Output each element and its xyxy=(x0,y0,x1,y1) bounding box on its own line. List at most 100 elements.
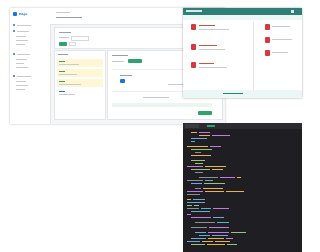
code-token xyxy=(191,149,212,150)
editor-tab-bar xyxy=(183,123,302,129)
status-badge xyxy=(128,59,142,63)
list-header xyxy=(58,54,68,55)
header-bar xyxy=(183,8,302,15)
document-item[interactable] xyxy=(191,24,243,36)
list-item[interactable] xyxy=(57,79,103,87)
document-meta xyxy=(199,49,225,50)
list-item[interactable] xyxy=(57,59,103,67)
sidebar-item-label xyxy=(17,76,31,77)
nav-icon xyxy=(13,75,15,77)
sidebar-item-label xyxy=(16,44,25,45)
list-item-text xyxy=(59,64,79,65)
editor-tab[interactable] xyxy=(185,124,199,128)
code-token xyxy=(201,208,211,209)
logo-icon xyxy=(13,12,17,16)
sidebar-item-label xyxy=(16,40,28,41)
code-token xyxy=(195,232,206,233)
submit-button[interactable] xyxy=(198,111,212,115)
reset-button[interactable] xyxy=(69,42,76,46)
code-token xyxy=(193,199,205,200)
code-area[interactable] xyxy=(183,130,302,252)
sidebar-subitem[interactable] xyxy=(16,58,46,61)
filter-input[interactable] xyxy=(71,36,89,41)
code-token xyxy=(205,180,213,181)
code-token xyxy=(191,169,210,170)
nav-icon xyxy=(13,24,15,26)
list-item-text xyxy=(59,74,77,75)
document-item[interactable] xyxy=(265,50,299,60)
sidebar-item-label xyxy=(16,89,25,90)
code-token xyxy=(212,235,228,236)
sub-toolbar xyxy=(183,15,302,20)
code-token xyxy=(209,227,229,228)
search-button[interactable] xyxy=(59,42,67,46)
code-token xyxy=(199,177,218,178)
document-item[interactable] xyxy=(265,37,299,47)
code-token xyxy=(212,135,230,136)
code-token xyxy=(220,177,235,178)
sidebar-item-label xyxy=(16,36,26,37)
code-token xyxy=(194,205,199,206)
sidebar-item-label xyxy=(16,81,26,82)
sidebar-item[interactable] xyxy=(13,52,47,56)
code-token xyxy=(202,241,213,242)
code-token xyxy=(208,238,224,239)
code-token xyxy=(187,166,203,167)
document-item[interactable] xyxy=(191,62,243,74)
code-token xyxy=(227,244,237,245)
sidebar-item[interactable] xyxy=(13,29,47,33)
document-name xyxy=(199,25,215,26)
list-item-tag xyxy=(59,71,65,72)
code-token xyxy=(187,191,203,192)
sidebar-subitem[interactable] xyxy=(16,66,46,69)
sidebar-subitem[interactable] xyxy=(16,35,46,38)
sidebar-item-label xyxy=(16,67,28,68)
code-token xyxy=(195,222,215,223)
document-meta xyxy=(199,67,227,68)
sidebar-subitem[interactable] xyxy=(16,62,46,65)
list-item[interactable] xyxy=(57,69,103,77)
code-token xyxy=(217,222,229,223)
run-button[interactable] xyxy=(207,125,215,127)
sidebar-subitem[interactable] xyxy=(16,39,46,42)
pdf-icon xyxy=(265,50,270,56)
footer-link[interactable] xyxy=(223,93,243,94)
sidebar-subitem[interactable] xyxy=(16,43,46,46)
filter-title xyxy=(59,32,71,33)
code-token xyxy=(213,208,229,209)
list-item-tag xyxy=(59,91,65,92)
document-name xyxy=(199,45,217,46)
sidebar-subitem[interactable] xyxy=(16,84,46,87)
sidebar-item[interactable] xyxy=(13,23,47,27)
close-icon[interactable] xyxy=(291,10,294,13)
list-item[interactable] xyxy=(57,89,103,97)
toggle-button[interactable] xyxy=(120,79,125,83)
sidebar-item-label xyxy=(16,85,28,86)
sidebar-subitem[interactable] xyxy=(16,88,46,91)
code-token xyxy=(187,180,203,181)
sidebar-subitem[interactable] xyxy=(16,80,46,83)
document-name xyxy=(272,26,290,27)
list-item-tag xyxy=(59,61,65,62)
code-token xyxy=(187,202,205,203)
code-token xyxy=(205,191,224,192)
code-token xyxy=(208,232,229,233)
code-token xyxy=(191,217,211,218)
document-item[interactable] xyxy=(265,24,299,34)
detail-label xyxy=(112,61,124,62)
code-token xyxy=(191,211,210,212)
sidebar-item[interactable] xyxy=(13,74,47,78)
code-token xyxy=(191,227,207,228)
code-token xyxy=(191,160,205,161)
sidebar-item-label xyxy=(16,59,27,60)
code-token xyxy=(226,191,244,192)
code-token xyxy=(187,194,200,195)
pdf-icon xyxy=(265,37,270,43)
code-token xyxy=(204,183,225,184)
page-title xyxy=(56,17,82,18)
summary-row xyxy=(112,103,212,107)
code-token xyxy=(195,163,203,164)
list-item-tag xyxy=(59,81,65,82)
sidebar-item-label xyxy=(17,31,29,32)
document-item[interactable] xyxy=(191,44,243,56)
